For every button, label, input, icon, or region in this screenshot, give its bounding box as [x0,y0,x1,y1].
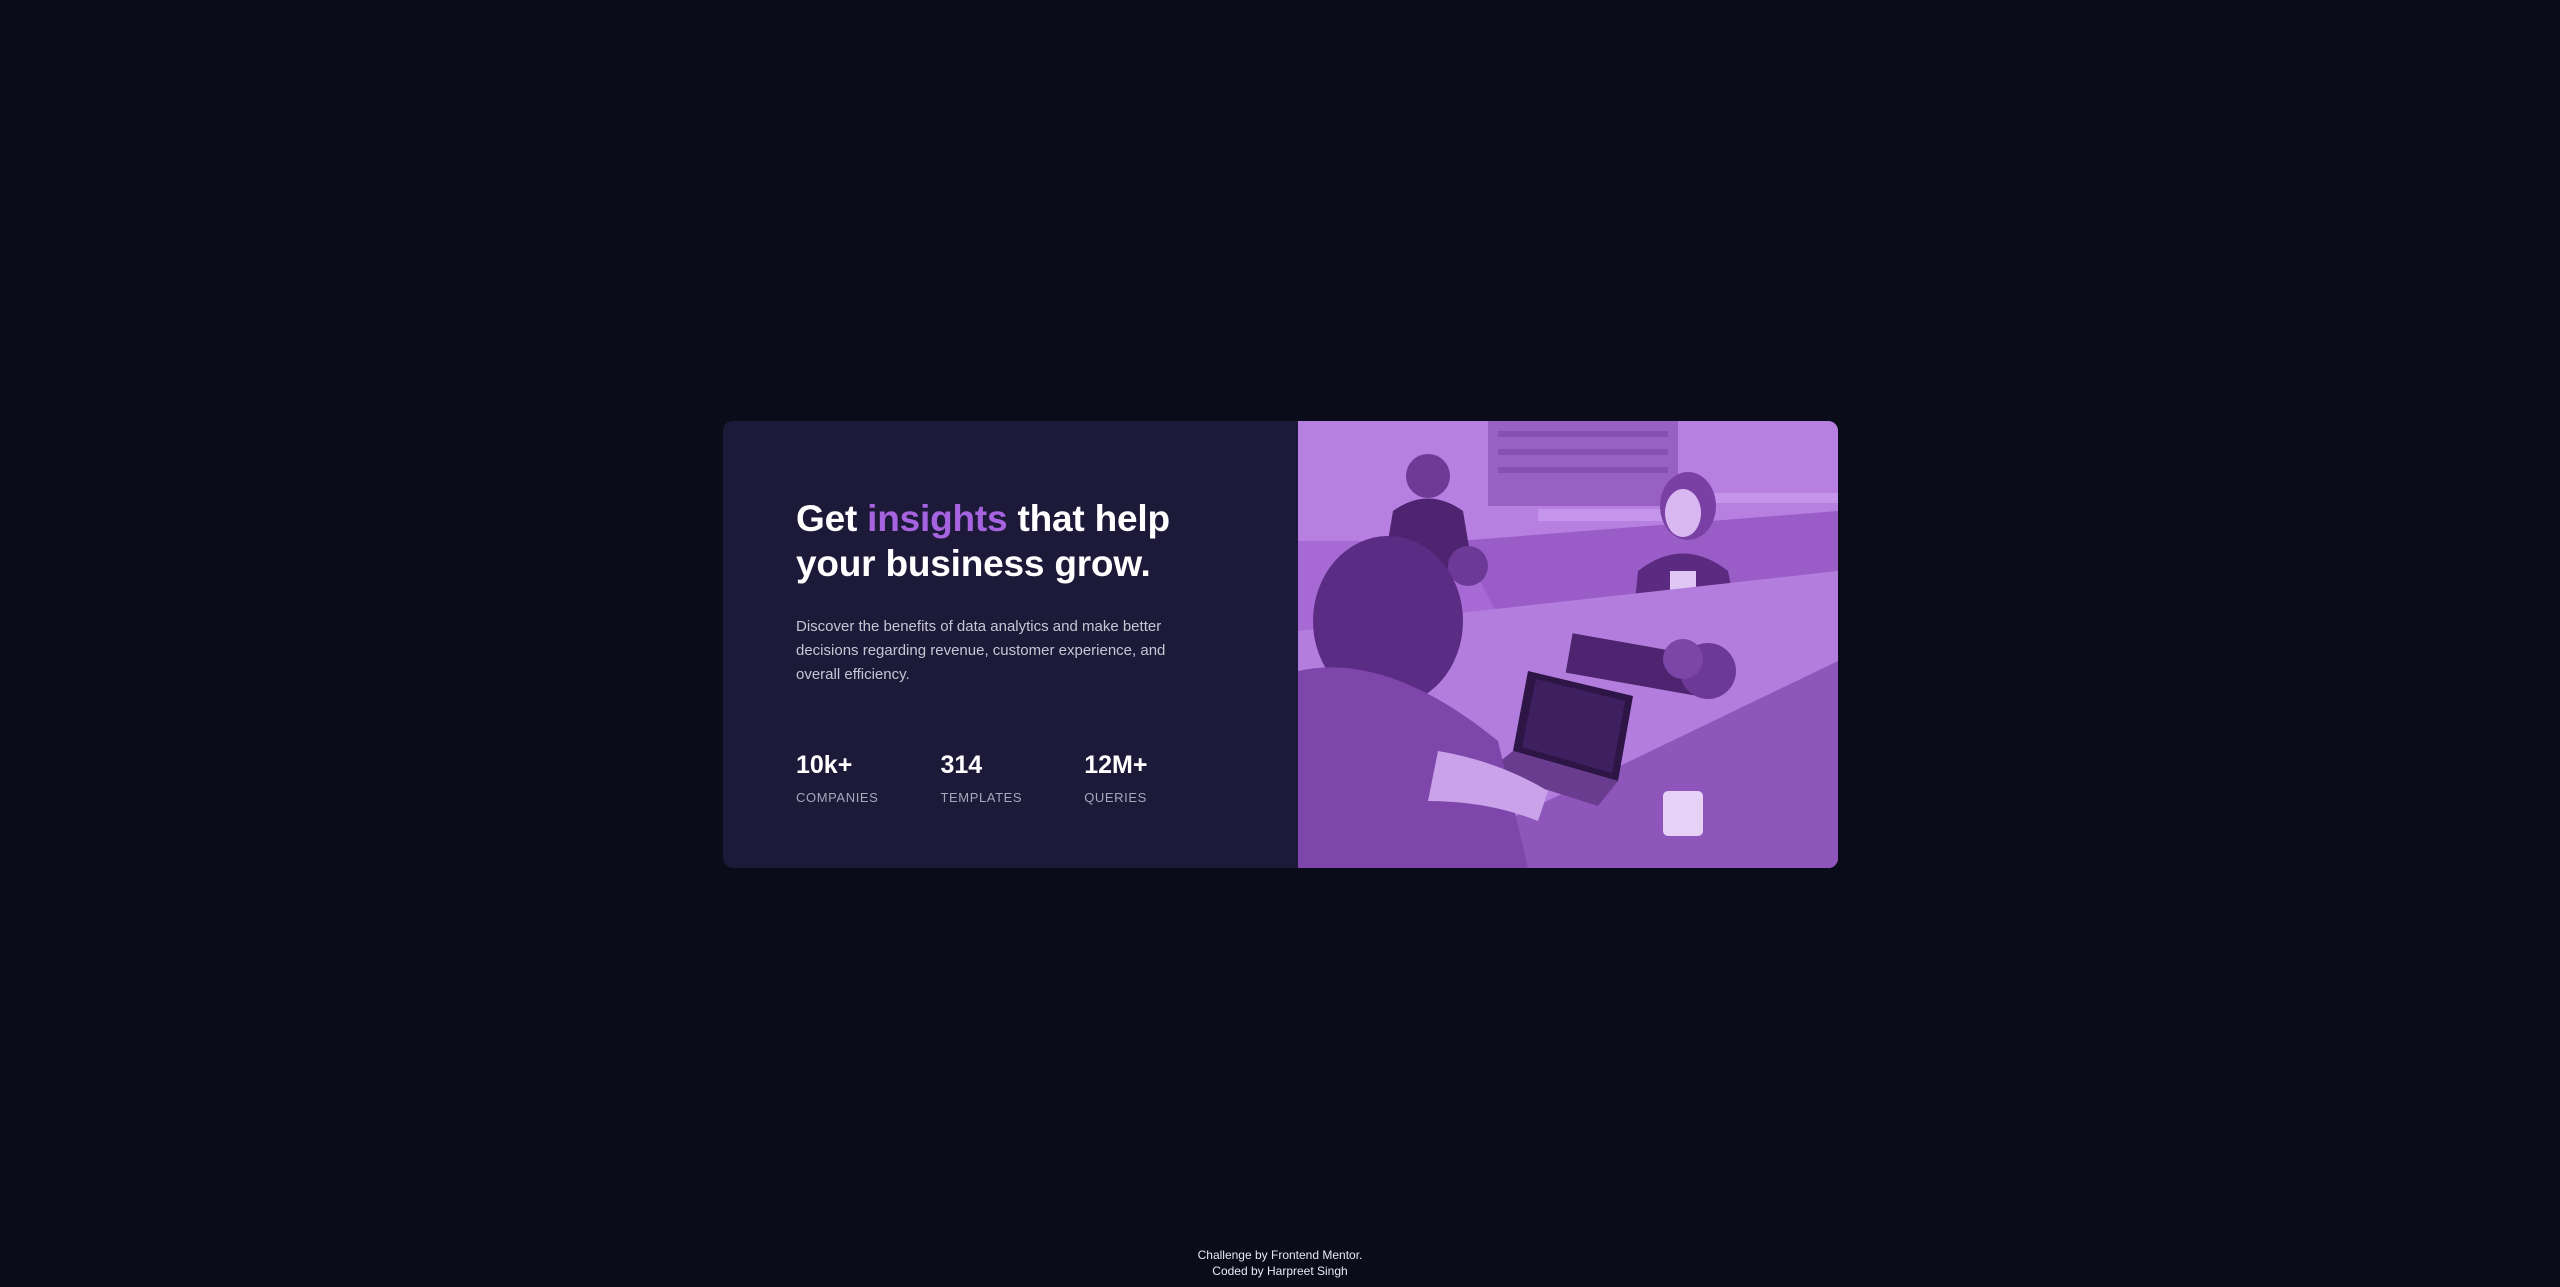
heading-text-start: Get [796,498,868,539]
attribution-coder: Coded by Harpreet Singh [1212,1264,1348,1278]
stat-value: 10k+ [796,751,853,779]
stat-label: Companies [796,790,879,805]
stat-value: 314 [940,751,983,779]
stat-value: 12M+ [1084,751,1148,779]
stat-templates: 314 Templates [940,751,1022,805]
stat-queries: 12M+ Queries [1084,751,1147,805]
office-photo-illustration [1298,421,1838,868]
hero-description: Discover the benefits of data analytics … [796,618,1166,683]
header-image [1298,421,1838,868]
card-content: Get insights that help your business gro… [723,421,1298,868]
hero-heading: Get insights that help your business gro… [796,496,1236,586]
stat-label: Queries [1084,790,1147,805]
stats-list: 10k+ Companies 314 Templates 12M+ Querie… [796,751,1209,805]
stats-preview-card: Get insights that help your business gro… [723,421,1838,868]
attribution-challenge: Challenge by Frontend Mentor. [1197,1248,1363,1262]
heading-accent-word: insights [867,498,1008,539]
attribution-footer: Challenge by Frontend Mentor. Coded by H… [0,1247,2560,1279]
stat-companies: 10k+ Companies [796,751,878,805]
stat-label: Templates [940,790,1023,805]
